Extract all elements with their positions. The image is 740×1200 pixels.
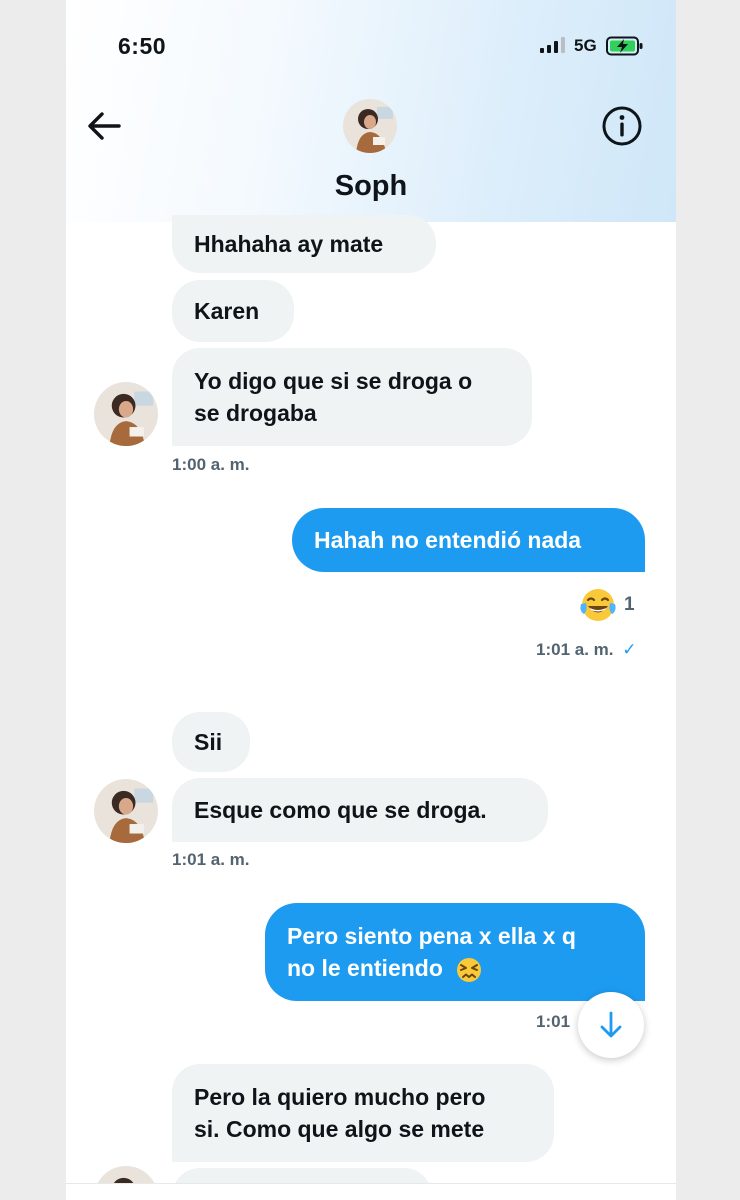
contact-name: Soph bbox=[334, 170, 408, 202]
message-timestamp: 1:00 a. m. bbox=[172, 455, 250, 474]
message-text: se drogaba bbox=[194, 400, 317, 426]
contact-avatar[interactable] bbox=[343, 99, 397, 153]
message-received[interactable]: Pero la quiero mucho pero si. Como que a… bbox=[172, 1064, 554, 1162]
message-received[interactable]: Yo digo que si se droga o se drogaba bbox=[172, 348, 532, 446]
message-text: Karen bbox=[194, 298, 260, 324]
message-text: si. Como que algo se mete bbox=[194, 1116, 485, 1142]
contact-avatar-small[interactable] bbox=[94, 779, 158, 843]
message-timestamp: 1:01 a. m. bbox=[172, 850, 250, 869]
message-text: Hahah no entendió nada bbox=[314, 527, 582, 553]
scroll-to-bottom-button[interactable] bbox=[578, 992, 644, 1058]
message-text: Sii bbox=[194, 729, 223, 755]
message-text: Hhahaha ay mate bbox=[194, 231, 384, 257]
message-received[interactable]: Esque como que se droga. bbox=[172, 778, 548, 842]
message-received[interactable]: Karen bbox=[172, 280, 294, 342]
info-button[interactable] bbox=[600, 104, 644, 148]
message-sent[interactable]: Hahah no entendió nada bbox=[292, 508, 645, 572]
arrow-left-icon bbox=[88, 112, 121, 140]
message-sent[interactable]: Pero siento pena x ella x q no le entien… bbox=[265, 903, 645, 1001]
arrow-down-icon bbox=[600, 1011, 622, 1038]
contact-avatar-small[interactable] bbox=[94, 382, 158, 446]
message-text: Esque como que se droga. bbox=[194, 797, 487, 823]
signal-icon bbox=[540, 37, 565, 53]
message-text: Pero siento pena x ella x q bbox=[287, 923, 576, 949]
battery-charging-icon bbox=[606, 36, 643, 56]
status-time: 6:50 bbox=[118, 33, 167, 59]
message-timestamp: 1:01 a. m. ✓ bbox=[536, 640, 636, 660]
message-received[interactable]: Hhahaha ay mate bbox=[172, 215, 436, 273]
message-text: no le entiendo bbox=[287, 955, 443, 981]
persevering-face-emoji-icon bbox=[457, 957, 482, 982]
timestamp-text: 1:01 a. m. bbox=[536, 640, 614, 659]
back-button[interactable] bbox=[82, 106, 126, 146]
message-text: Yo digo que si se droga o bbox=[194, 368, 473, 394]
dm-screen: 6:50 5G Soph Hhahaha ay mate Karen Yo di… bbox=[66, 0, 676, 1200]
tears-of-joy-emoji-icon bbox=[580, 589, 616, 621]
info-icon bbox=[602, 106, 642, 146]
composer-edge bbox=[66, 1183, 676, 1200]
message-reaction[interactable]: 1 bbox=[578, 585, 635, 625]
network-label: 5G bbox=[574, 36, 597, 55]
message-timestamp: 1:01 bbox=[536, 1012, 571, 1031]
message-text: Pero la quiero mucho pero bbox=[194, 1084, 486, 1110]
reaction-count: 1 bbox=[624, 594, 635, 615]
message-line: no le entiendo bbox=[287, 952, 623, 984]
read-check-icon: ✓ bbox=[622, 640, 637, 659]
message-received[interactable]: Sii bbox=[172, 712, 250, 772]
